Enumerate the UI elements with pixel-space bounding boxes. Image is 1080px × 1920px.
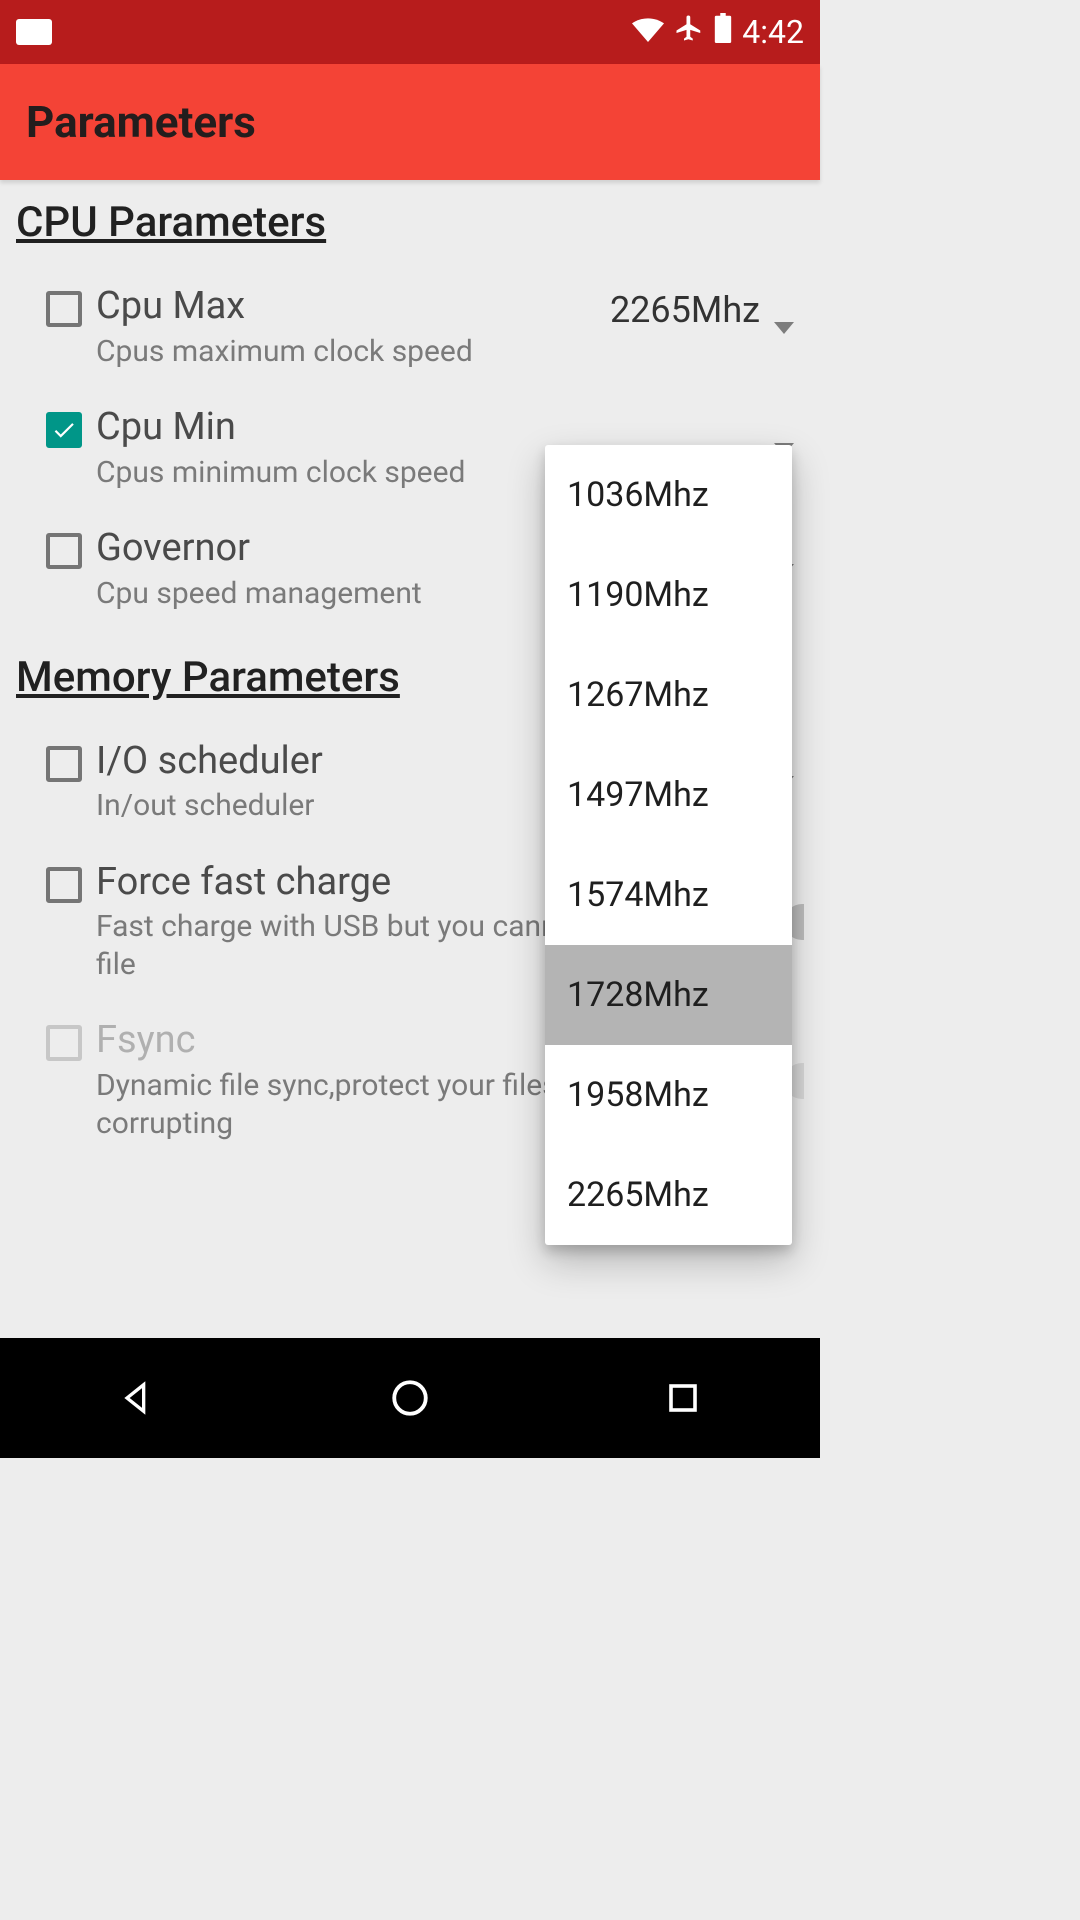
chevron-down-icon[interactable] [774,322,794,334]
battery-icon [714,13,732,51]
checkbox-governor[interactable] [46,533,82,569]
dropdown-item[interactable]: 1190Mhz [545,545,792,645]
checkbox-io-scheduler[interactable] [46,746,82,782]
dropdown-item[interactable]: 1574Mhz [545,845,792,945]
row-subtitle: Cpus minimum clock speed [96,454,572,492]
dropdown-item[interactable]: 1958Mhz [545,1045,792,1145]
nav-recent-button[interactable] [658,1373,708,1423]
row-title: Governor [96,527,572,571]
app-bar: Parameters [0,64,820,180]
dropdown-item[interactable]: 1497Mhz [545,745,792,845]
page-title: Parameters [26,96,256,148]
row-text: Cpu Max Cpus maximum clock speed [96,285,610,370]
wifi-icon [632,13,664,51]
nav-back-button[interactable] [112,1373,162,1423]
row-text: Governor Cpu speed management [96,527,584,612]
status-bar-right: 4:42 [632,13,804,51]
row-subtitle: In/out scheduler [96,787,572,825]
dropdown-item[interactable]: 1267Mhz [545,645,792,745]
dropdown-item-selected[interactable]: 1728Mhz [545,945,792,1045]
status-bar: 4:42 [0,0,820,64]
checkbox-cpu-min[interactable] [46,412,82,448]
checkbox-force-fast-charge[interactable] [46,867,82,903]
row-subtitle: Cpu speed management [96,575,572,613]
status-bar-left [16,19,52,45]
cpu-max-value[interactable]: 2265Mhz [610,289,764,331]
row-text: Cpu Min Cpus minimum clock speed [96,406,584,491]
row-text: I/O scheduler In/out scheduler [96,740,584,825]
row-title: Cpu Min [96,406,572,450]
dropdown-item[interactable]: 2265Mhz [545,1145,792,1245]
notification-icon [16,19,52,45]
checkbox-fsync[interactable] [46,1025,82,1061]
row-cpu-max[interactable]: Cpu Max Cpus maximum clock speed 2265Mhz [16,271,804,392]
dropdown-item[interactable]: 1036Mhz [545,445,792,545]
row-subtitle: Cpus maximum clock speed [96,333,598,371]
row-title: I/O scheduler [96,740,572,784]
nav-home-button[interactable] [385,1373,435,1423]
navigation-bar [0,1338,820,1458]
cpu-min-dropdown[interactable]: 1036Mhz 1190Mhz 1267Mhz 1497Mhz 1574Mhz … [545,445,792,1245]
status-time: 4:42 [742,13,804,51]
airplane-icon [674,13,704,51]
checkbox-cpu-max[interactable] [46,291,82,327]
row-title: Cpu Max [96,285,598,329]
section-cpu-heading: CPU Parameters [16,198,804,247]
